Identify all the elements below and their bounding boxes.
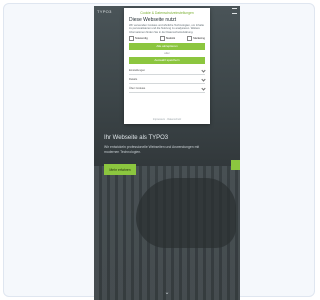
accept-all-button[interactable]: Alle akzeptieren [129,42,205,50]
checkbox-necessary[interactable]: Notwendig [129,35,148,41]
hero-cta-button[interactable]: Mehr erfahren [104,164,136,175]
about-cookies-dropdown[interactable]: Über Cookies [129,85,206,93]
dropdown-label: Details [129,77,138,81]
checkbox-label: Notwendig [135,36,148,40]
chevron-down-icon [201,68,206,73]
modal-title: Diese Webseite nutzt [129,17,177,23]
checkbox-label: Marketing [193,36,205,40]
modal-top-link[interactable]: Cookie & Datenschutzeinstellungen [129,11,205,15]
cookie-consent-modal: Cookie & Datenschutzeinstellungen Diese … [124,8,210,124]
dropdown-label: Einstellungen [129,68,146,72]
checkbox-icon[interactable] [187,35,193,41]
side-contact-tab[interactable] [231,160,240,170]
modal-description: Wir verwenden Cookies und ähnliche Techn… [129,24,204,34]
hamburger-menu-icon[interactable] [232,8,237,14]
brand-logo[interactable]: TYPO3 [97,9,112,14]
chevron-down-icon [201,86,206,91]
dropdown-label: Über Cookies [129,86,146,90]
checkbox-statistics[interactable]: Statistik [159,35,176,41]
hero-title: Ihr Webseite als TYPO3 [104,135,169,141]
settings-dropdown[interactable]: Einstellungen [129,67,206,75]
save-selection-button[interactable]: Auswahl speichern [129,56,205,64]
consent-checkboxes: Notwendig Statistik Marketing [129,35,205,41]
hands-photo [136,178,236,248]
checkbox-icon[interactable] [129,35,134,41]
scroll-down-icon[interactable]: ⌄ [160,290,174,296]
mobile-screenshot: TYPO3 Ihr Webseite als TYPO3 Wir entwick… [94,6,240,300]
checkbox-marketing[interactable]: Marketing [187,35,205,41]
chevron-down-icon [201,77,206,82]
hero-text: Wir entwickeln professionelle Webseiten … [104,145,200,154]
or-divider: oder [164,51,170,55]
modal-footer-links[interactable]: Impressum · Datenschutz [124,118,210,121]
checkbox-icon[interactable] [159,35,165,41]
details-dropdown[interactable]: Details [129,76,206,84]
checkbox-label: Statistik [165,36,176,40]
